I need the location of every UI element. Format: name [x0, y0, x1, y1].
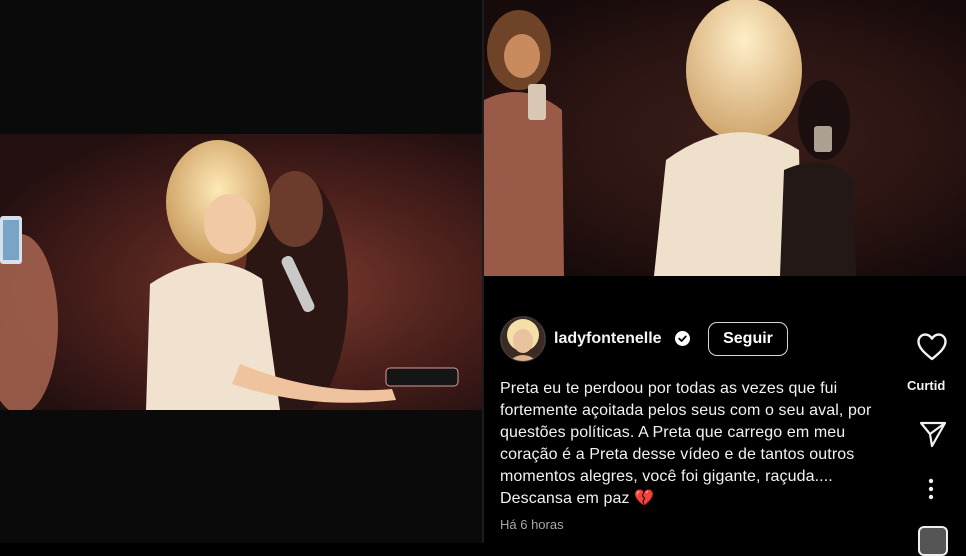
post-caption: Preta eu te perdoou por todas as vezes q…	[500, 380, 872, 507]
follow-button[interactable]: Seguir	[708, 322, 788, 356]
video-frame-right[interactable]	[484, 0, 966, 276]
verified-badge-icon	[675, 331, 690, 346]
avatar[interactable]	[500, 316, 546, 362]
more-vertical-icon[interactable]	[925, 478, 937, 500]
video-scene-left	[0, 140, 459, 410]
like-count-label: Curtid	[907, 378, 946, 393]
video-scene-right	[484, 0, 856, 276]
post-timestamp: Há 6 horas	[500, 517, 564, 532]
post-username[interactable]: ladyfontenelle	[554, 330, 662, 348]
avatar-image	[501, 317, 545, 361]
post-panel: ladyfontenelle Seguir Preta eu te perdoo…	[484, 0, 966, 556]
video-frame-left[interactable]	[0, 134, 482, 410]
send-icon[interactable]	[918, 420, 948, 448]
left-video-panel	[0, 0, 482, 543]
heart-icon[interactable]	[916, 332, 948, 362]
audio-thumbnail[interactable]	[918, 526, 948, 556]
